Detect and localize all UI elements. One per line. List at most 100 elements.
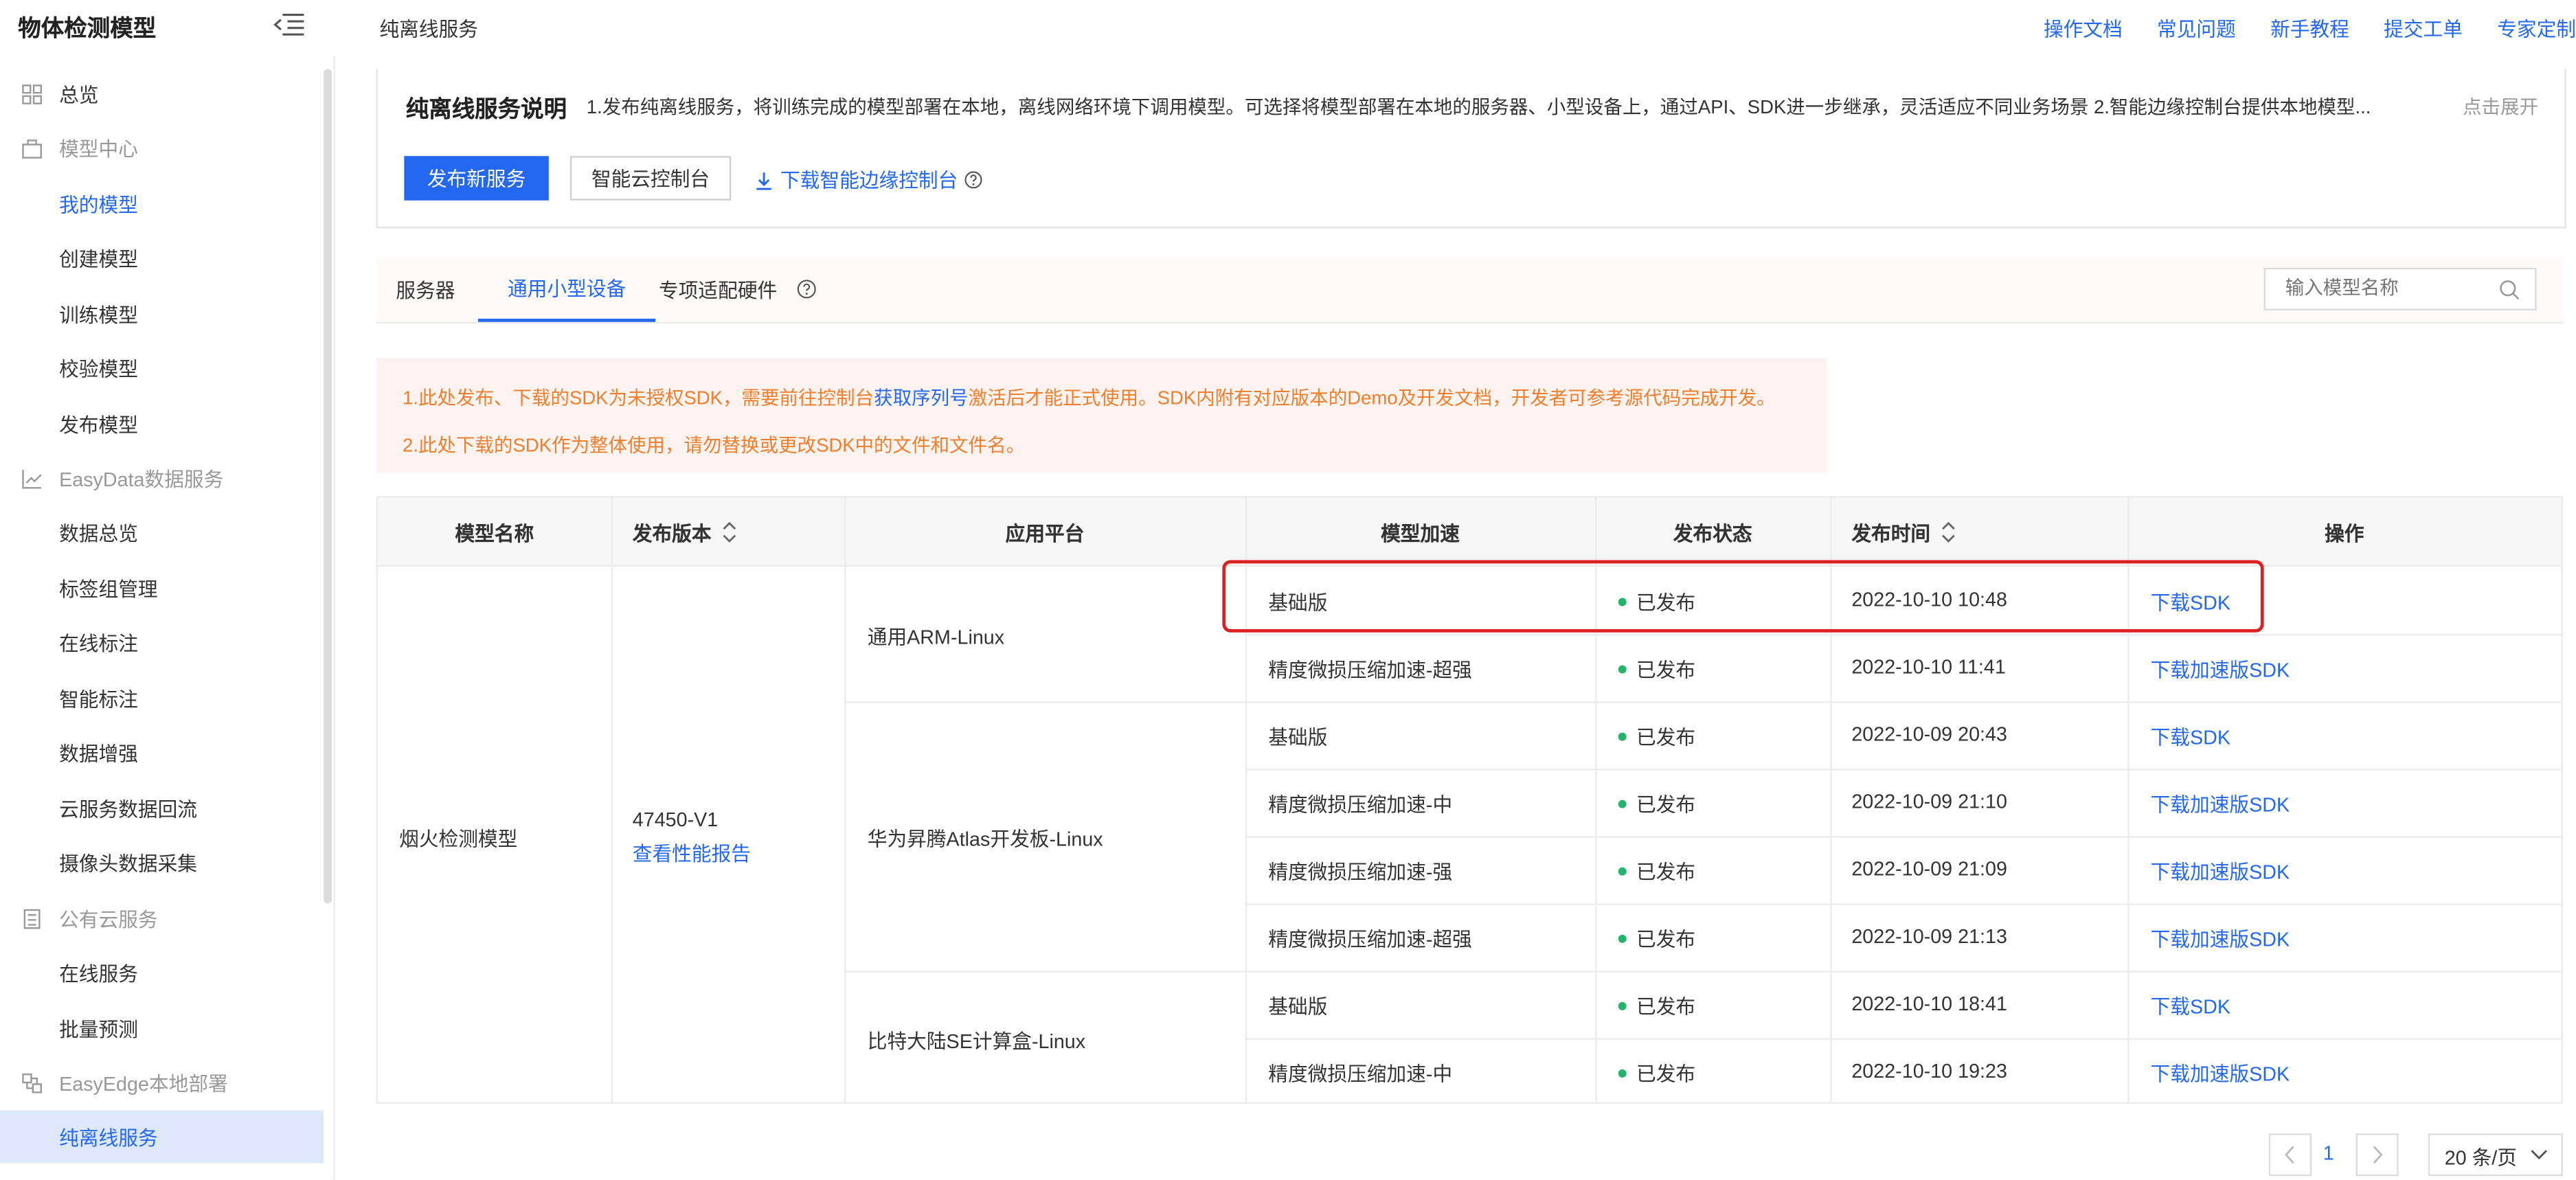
ticket-link[interactable]: 提交工单 xyxy=(2384,15,2463,43)
download-accel-sdk-link[interactable]: 下载加速版SDK xyxy=(2151,857,2290,885)
status-cell: 已发布 xyxy=(1618,924,1695,953)
sidebar-item-label: 创建模型 xyxy=(59,247,138,271)
divider xyxy=(1245,836,2562,838)
table-header: 模型名称 发布版本 应用平台 模型加速 发布状态 发布时间 操作 xyxy=(378,497,2562,567)
status-cell: 已发布 xyxy=(1618,1060,1695,1088)
sidebar-item-label: 批量预测 xyxy=(59,1017,138,1041)
help-icon[interactable] xyxy=(964,171,982,189)
help-icon[interactable] xyxy=(797,280,817,299)
col-publish-time[interactable]: 发布时间 xyxy=(1851,498,2147,567)
time-cell: 2022-10-09 20:43 xyxy=(1851,723,2007,746)
sidebar-item-validate-model[interactable]: 校验模型 xyxy=(0,341,324,394)
model-search-input[interactable] xyxy=(2281,277,2486,301)
download-accel-sdk-link[interactable]: 下载加速版SDK xyxy=(2151,1060,2290,1088)
col-action: 操作 xyxy=(2325,521,2364,545)
sidebar-item-my-models[interactable]: 我的模型 xyxy=(0,177,324,230)
sidebar-item-create-model[interactable]: 创建模型 xyxy=(0,231,324,284)
status-dot xyxy=(1618,1002,1627,1011)
chevron-right-icon xyxy=(2373,1146,2383,1164)
status-cell: 已发布 xyxy=(1618,723,1695,751)
sidebar-item-train-model[interactable]: 训练模型 xyxy=(0,288,324,341)
status-cell: 已发布 xyxy=(1618,790,1695,818)
tab-special-hardware[interactable]: 专项适配硬件 xyxy=(659,256,817,322)
tab-special-hardware-label: 专项适配硬件 xyxy=(659,278,778,302)
device-tabs: 服务器 通用小型设备 专项适配硬件 xyxy=(376,256,2563,324)
docs-link[interactable]: 操作文档 xyxy=(2044,15,2123,43)
sidebar-item-camera-capture[interactable]: 摄像头数据采集 xyxy=(0,836,324,889)
current-page[interactable]: 1 xyxy=(2323,1142,2334,1164)
sidebar-item-offline-service[interactable]: 纯离线服务 xyxy=(0,1110,324,1164)
tutorial-link[interactable]: 新手教程 xyxy=(2270,15,2349,43)
publish-service-button[interactable]: 发布新服务 xyxy=(404,156,549,201)
status-cell: 已发布 xyxy=(1618,857,1695,885)
cloud-console-button[interactable]: 智能云控制台 xyxy=(569,156,732,201)
sidebar-item-data-augment[interactable]: 数据增强 xyxy=(0,726,324,779)
notice-line-1: 1.此处发布、下载的SDK为未授权SDK，需要前往控制台获取序列号激活后才能正式… xyxy=(403,385,1776,411)
sidebar-item-online-service[interactable]: 在线服务 xyxy=(0,946,324,999)
sidebar-item-data-overview[interactable]: 数据总览 xyxy=(0,506,324,559)
performance-report-link[interactable]: 查看性能报告 xyxy=(633,839,751,867)
get-serial-link[interactable]: 获取序列号 xyxy=(874,389,969,409)
col-version[interactable]: 发布版本 xyxy=(633,498,846,567)
download-accel-sdk-link[interactable]: 下载加速版SDK xyxy=(2151,655,2290,683)
sidebar-item-batch-predict[interactable]: 批量预测 xyxy=(0,1002,324,1055)
next-page-button[interactable] xyxy=(2355,1133,2399,1177)
sort-icon[interactable] xyxy=(721,519,738,545)
divider xyxy=(1245,903,2562,905)
nav-group-label: 总览 xyxy=(59,82,99,106)
sort-icon[interactable] xyxy=(1941,519,1957,545)
sidebar-item-label-groups[interactable]: 标签组管理 xyxy=(0,562,324,615)
sidebar-item-label: 数据增强 xyxy=(59,741,138,765)
status-cell: 已发布 xyxy=(1618,655,1695,683)
sidebar-item-label: 训练模型 xyxy=(59,303,138,326)
accel-cell: 精度微损压缩加速-超强 xyxy=(1268,928,1472,951)
download-accel-sdk-link[interactable]: 下载加速版SDK xyxy=(2151,790,2290,818)
download-sdk-link[interactable]: 下载SDK xyxy=(2151,992,2230,1021)
page-size-label: 20 条/页 xyxy=(2444,1146,2518,1170)
model-search-box[interactable] xyxy=(2263,267,2537,311)
expert-link[interactable]: 专家定制 xyxy=(2497,15,2576,43)
sidebar-scrollbar[interactable] xyxy=(324,69,332,904)
notice-text: 激活后才能正式使用。SDK内附有对应版本的Demo及开发文档，开发者可参考源代码… xyxy=(968,389,1776,409)
time-cell: 2022-10-10 19:23 xyxy=(1851,1059,2007,1083)
time-cell: 2022-10-10 18:41 xyxy=(1851,992,2007,1016)
time-cell: 2022-10-10 11:41 xyxy=(1851,655,2006,679)
page-size-select[interactable]: 20 条/页 xyxy=(2428,1133,2563,1177)
sidebar-item-online-labeling[interactable]: 在线标注 xyxy=(0,616,324,669)
status-text: 已发布 xyxy=(1636,659,1696,682)
search-icon[interactable] xyxy=(2499,280,2520,301)
nav-group-public-cloud[interactable]: 公有云服务 xyxy=(0,892,324,945)
download-icon xyxy=(756,171,771,190)
sidebar-item-cloud-data-return[interactable]: 云服务数据回流 xyxy=(0,782,324,835)
faq-link[interactable]: 常见问题 xyxy=(2157,15,2236,43)
sidebar-item-label: 智能标注 xyxy=(59,687,138,711)
sidebar-item-smart-labeling[interactable]: 智能标注 xyxy=(0,672,324,725)
download-edge-console-link[interactable]: 下载智能边缘控制台 xyxy=(754,166,982,194)
sidebar-item-label: 校验模型 xyxy=(59,357,138,381)
status-dot xyxy=(1618,666,1627,674)
tab-small-device[interactable]: 通用小型设备 xyxy=(477,256,656,322)
time-cell: 2022-10-09 21:09 xyxy=(1851,857,2007,881)
prev-page-button[interactable] xyxy=(2268,1133,2312,1177)
divider xyxy=(611,497,613,1102)
sidebar-item-label: 在线服务 xyxy=(59,962,138,985)
download-sdk-link[interactable]: 下载SDK xyxy=(2151,723,2230,751)
divider xyxy=(1245,634,2562,636)
download-accel-sdk-link[interactable]: 下载加速版SDK xyxy=(2151,924,2290,953)
tab-server[interactable]: 服务器 xyxy=(396,256,455,322)
nav-overview[interactable]: 总览 xyxy=(0,67,324,120)
nav-group-model-center[interactable]: 模型中心 xyxy=(0,122,324,174)
nav-group-easydata[interactable]: EasyData数据服务 xyxy=(0,452,324,505)
collapse-menu-icon[interactable] xyxy=(273,13,306,36)
download-edge-console-label: 下载智能边缘控制台 xyxy=(780,169,958,192)
nav-group-easyedge[interactable]: EasyEdge本地部署 xyxy=(0,1056,324,1109)
accel-cell: 精度微损压缩加速-超强 xyxy=(1268,659,1472,682)
sdk-notice: 1.此处发布、下载的SDK为未授权SDK，需要前往控制台获取序列号激活后才能正式… xyxy=(376,358,1827,473)
expand-link[interactable]: 点击展开 xyxy=(2463,93,2538,120)
service-info-card: 纯离线服务说明 1.发布纯离线服务，将训练完成的模型部署在本地，离线网络环境下调… xyxy=(376,69,2566,229)
chart-icon xyxy=(22,469,42,489)
sidebar-item-publish-model[interactable]: 发布模型 xyxy=(0,398,324,451)
time-cell: 2022-10-09 21:10 xyxy=(1851,790,2007,813)
status-dot xyxy=(1618,733,1627,742)
platform-cell: 比特大陆SE计算盒-Linux xyxy=(867,1030,1086,1054)
